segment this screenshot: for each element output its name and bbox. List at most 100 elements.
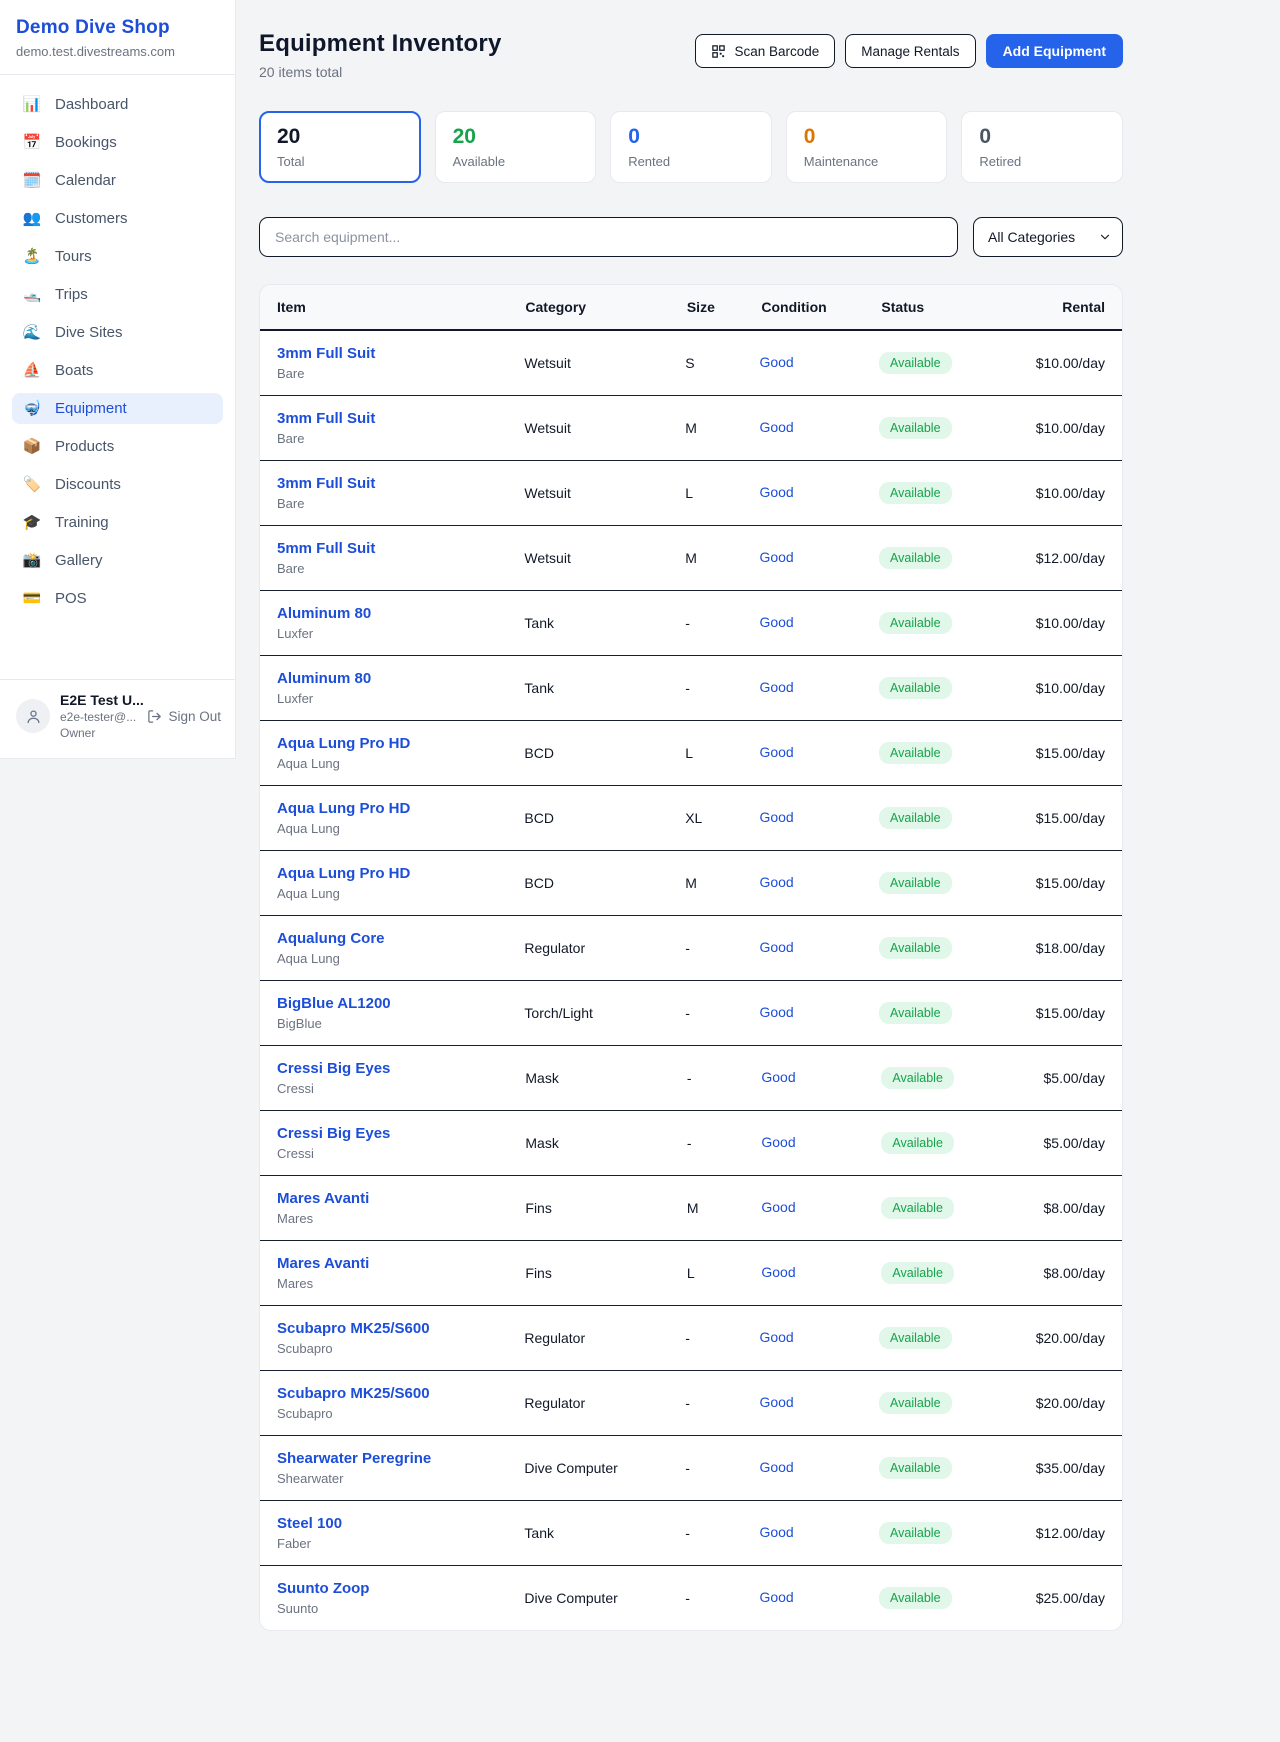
condition-link[interactable]: Good <box>759 744 793 760</box>
sidebar-item-label: POS <box>55 590 87 607</box>
condition-link[interactable]: Good <box>759 354 793 370</box>
category-cell: Wetsuit <box>524 355 685 371</box>
condition-link[interactable]: Good <box>761 1199 795 1215</box>
item-name-link[interactable]: BigBlue AL1200 <box>277 995 391 1012</box>
sidebar-item-pos[interactable]: 💳 POS <box>12 583 223 614</box>
sidebar-item-training[interactable]: 🎓 Training <box>12 507 223 538</box>
condition-link[interactable]: Good <box>759 549 793 565</box>
item-name-link[interactable]: Aqua Lung Pro HD <box>277 800 410 817</box>
search-input[interactable] <box>259 217 958 257</box>
item-name-link[interactable]: Aqualung Core <box>277 930 385 947</box>
condition-link[interactable]: Good <box>759 1589 793 1605</box>
item-name-link[interactable]: Shearwater Peregrine <box>277 1450 431 1467</box>
item-name-link[interactable]: 3mm Full Suit <box>277 475 375 492</box>
sign-out-icon <box>147 709 162 724</box>
sidebar-nav: 📊 Dashboard 📅 Bookings 🗓️ Calendar 👥 Cus… <box>0 75 235 614</box>
condition-link[interactable]: Good <box>759 1329 793 1345</box>
rental-cell: $20.00/day <box>1036 1395 1105 1411</box>
sidebar-item-discounts[interactable]: 🏷️ Discounts <box>12 469 223 500</box>
sidebar-item-equipment[interactable]: 🤿 Equipment <box>12 393 223 424</box>
stat-card-maintenance[interactable]: 0 Maintenance <box>786 111 948 183</box>
chevron-down-icon <box>1098 230 1112 244</box>
condition-link[interactable]: Good <box>759 939 793 955</box>
sidebar-item-dive-sites[interactable]: 🌊 Dive Sites <box>12 317 223 348</box>
sidebar-item-customers[interactable]: 👥 Customers <box>12 203 223 234</box>
condition-link[interactable]: Good <box>759 1524 793 1540</box>
category-cell: Wetsuit <box>524 420 685 436</box>
rental-cell: $10.00/day <box>1036 615 1105 631</box>
item-brand: Scubapro <box>277 1406 524 1421</box>
condition-link[interactable]: Good <box>759 419 793 435</box>
condition-link[interactable]: Good <box>759 809 793 825</box>
sidebar-item-dashboard[interactable]: 📊 Dashboard <box>12 89 223 120</box>
boats-icon: ⛵ <box>22 363 42 378</box>
item-brand: Cressi <box>277 1146 525 1161</box>
add-equipment-button[interactable]: Add Equipment <box>986 34 1123 68</box>
condition-link[interactable]: Good <box>759 1394 793 1410</box>
sidebar-spacer <box>0 621 235 679</box>
table-row: Scubapro MK25/S600 Scubapro Regulator - … <box>260 1306 1122 1371</box>
sidebar-item-bookings[interactable]: 📅 Bookings <box>12 127 223 158</box>
sidebar-item-trips[interactable]: 🛥️ Trips <box>12 279 223 310</box>
item-name-link[interactable]: 3mm Full Suit <box>277 410 375 427</box>
avatar <box>16 699 50 733</box>
table-row: Steel 100 Faber Tank - Good Available $1… <box>260 1501 1122 1566</box>
condition-link[interactable]: Good <box>759 484 793 500</box>
sidebar-item-gallery[interactable]: 📸 Gallery <box>12 545 223 576</box>
condition-link[interactable]: Good <box>759 1004 793 1020</box>
item-name-link[interactable]: Aqua Lung Pro HD <box>277 865 410 882</box>
category-cell: Wetsuit <box>524 550 685 566</box>
size-cell: L <box>685 485 759 501</box>
item-name-link[interactable]: Steel 100 <box>277 1515 342 1532</box>
size-cell: L <box>687 1265 762 1281</box>
status-badge: Available <box>879 807 952 829</box>
stat-card-rented[interactable]: 0 Rented <box>610 111 772 183</box>
size-cell: M <box>685 875 759 891</box>
item-name-link[interactable]: Suunto Zoop <box>277 1580 369 1597</box>
scan-barcode-button[interactable]: Scan Barcode <box>695 34 835 68</box>
item-name-link[interactable]: Aqua Lung Pro HD <box>277 735 410 752</box>
category-select[interactable]: All Categories <box>973 217 1123 257</box>
category-cell: Dive Computer <box>524 1460 685 1476</box>
brand-domain: demo.test.divestreams.com <box>16 44 219 59</box>
sidebar-item-tours[interactable]: 🏝️ Tours <box>12 241 223 272</box>
rental-cell: $18.00/day <box>1036 940 1105 956</box>
table-row: Aqua Lung Pro HD Aqua Lung BCD L Good Av… <box>260 721 1122 786</box>
condition-link[interactable]: Good <box>759 679 793 695</box>
condition-link[interactable]: Good <box>759 1459 793 1475</box>
column-header-category: Category <box>525 299 686 315</box>
sidebar-item-boats[interactable]: ⛵ Boats <box>12 355 223 386</box>
manage-rentals-button[interactable]: Manage Rentals <box>845 34 975 68</box>
item-name-link[interactable]: Mares Avanti <box>277 1190 369 1207</box>
status-badge: Available <box>879 742 952 764</box>
condition-link[interactable]: Good <box>761 1069 795 1085</box>
status-badge: Available <box>879 612 952 634</box>
stat-card-total[interactable]: 20 Total <box>259 111 421 183</box>
table-row: Aluminum 80 Luxfer Tank - Good Available… <box>260 591 1122 656</box>
table-row: Aluminum 80 Luxfer Tank - Good Available… <box>260 656 1122 721</box>
item-name-link[interactable]: Cressi Big Eyes <box>277 1125 390 1142</box>
category-cell: Tank <box>524 615 685 631</box>
condition-link[interactable]: Good <box>761 1264 795 1280</box>
item-name-link[interactable]: 5mm Full Suit <box>277 540 375 557</box>
sidebar-item-calendar[interactable]: 🗓️ Calendar <box>12 165 223 196</box>
item-name-link[interactable]: Scubapro MK25/S600 <box>277 1385 430 1402</box>
pos-icon: 💳 <box>22 591 42 606</box>
sign-out-button[interactable]: Sign Out <box>147 709 221 724</box>
item-name-link[interactable]: 3mm Full Suit <box>277 345 375 362</box>
item-name-link[interactable]: Aluminum 80 <box>277 605 371 622</box>
item-name-link[interactable]: Mares Avanti <box>277 1255 369 1272</box>
item-name-link[interactable]: Aluminum 80 <box>277 670 371 687</box>
sidebar-item-products[interactable]: 📦 Products <box>12 431 223 462</box>
condition-link[interactable]: Good <box>759 874 793 890</box>
item-brand: Mares <box>277 1211 525 1226</box>
item-name-link[interactable]: Scubapro MK25/S600 <box>277 1320 430 1337</box>
dashboard-icon: 📊 <box>22 97 42 112</box>
page-header: Equipment Inventory 20 items total Scan … <box>259 30 1123 80</box>
condition-link[interactable]: Good <box>759 614 793 630</box>
stat-card-retired[interactable]: 0 Retired <box>961 111 1123 183</box>
stat-card-available[interactable]: 20 Available <box>435 111 597 183</box>
condition-link[interactable]: Good <box>761 1134 795 1150</box>
item-name-link[interactable]: Cressi Big Eyes <box>277 1060 390 1077</box>
item-brand: BigBlue <box>277 1016 524 1031</box>
